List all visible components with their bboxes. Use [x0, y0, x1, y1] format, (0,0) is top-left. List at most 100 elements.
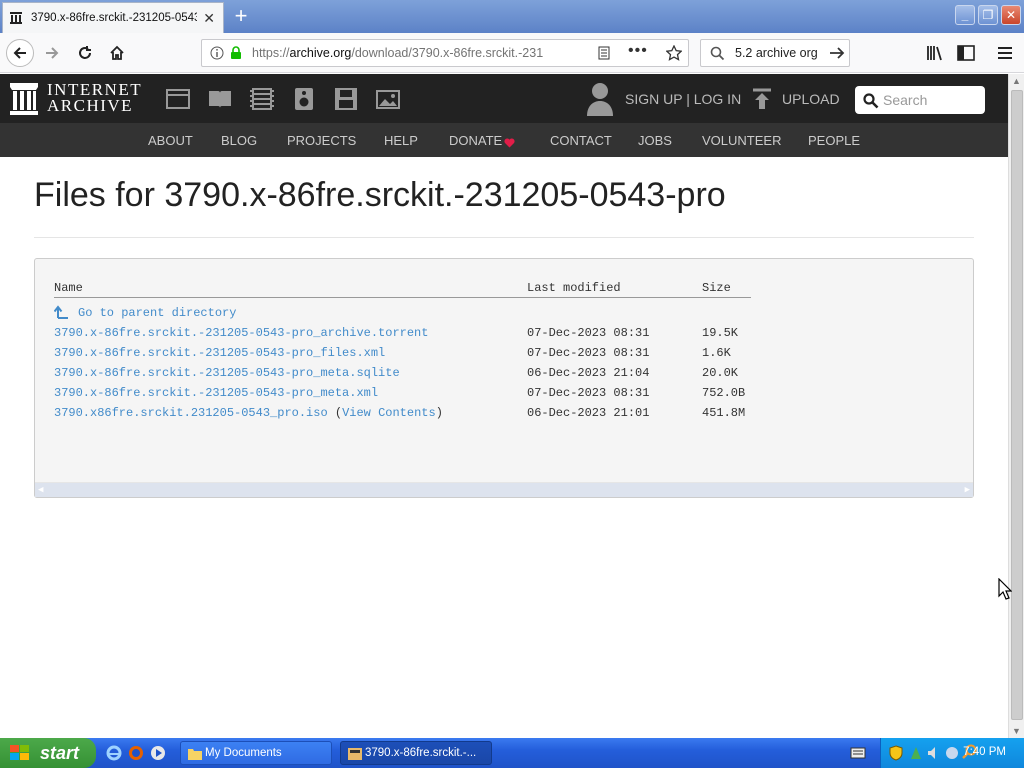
speaker-icon[interactable] [927, 745, 941, 766]
file-link[interactable]: 3790.x-86fre.srckit.-231205-0543-pro_met… [54, 386, 378, 400]
windows-flag-icon [10, 745, 30, 761]
ia-search-placeholder: Search [883, 92, 928, 108]
system-tray: 7:40 PM [880, 738, 1024, 768]
back-icon[interactable] [6, 39, 34, 67]
table-row: 3790.x86fre.srckit.231205-0543_pro.iso (… [35, 406, 973, 424]
file-link[interactable]: 3790.x86fre.srckit.231205-0543_pro.iso [54, 406, 328, 420]
audio-icon[interactable] [292, 88, 316, 110]
browser-search-box[interactable]: 5.2 archive org [700, 39, 850, 67]
file-size: 19.5K [702, 326, 739, 340]
tab-title: 3790.x-86fre.srckit.-231205-0543 [31, 12, 197, 24]
heart-icon [504, 135, 515, 153]
title-divider [34, 237, 974, 238]
url-text[interactable]: https://archive.org/download/3790.x-86fr… [252, 46, 560, 60]
close-window-button[interactable]: ✕ [1001, 5, 1021, 25]
minimize-button[interactable]: _ [955, 5, 975, 25]
forward-icon[interactable] [38, 39, 66, 67]
scroll-right-icon[interactable]: ▶ [965, 485, 970, 495]
file-link[interactable]: 3790.x-86fre.srckit.-231205-0543-pro_met… [54, 366, 400, 380]
video-icon[interactable] [250, 88, 274, 110]
file-name-cell: 3790.x86fre.srckit.231205-0543_pro.iso (… [54, 406, 443, 420]
file-link[interactable]: 3790.x-86fre.srckit.-231205-0543-pro_fil… [54, 346, 385, 360]
navigation-toolbar: https://archive.org/download/3790.x-86fr… [0, 33, 1024, 73]
reader-view-icon[interactable] [597, 46, 611, 65]
file-size: 752.0B [702, 386, 746, 400]
archive-logo-text[interactable]: INTERNET ARCHIVE [47, 81, 142, 114]
restore-button[interactable]: ❐ [978, 5, 998, 25]
texts-icon[interactable] [208, 88, 232, 110]
ia-search-box[interactable]: Search [855, 86, 985, 114]
task-browser-label: 3790.x-86fre.srckit.-... [365, 747, 477, 759]
tab-strip: 3790.x-86fre.srckit.-231205-0543 ✕ + _ ❐… [0, 0, 1024, 33]
nav-volunteer[interactable]: VOLUNTEER [702, 133, 781, 148]
file-modified: 06-Dec-2023 21:01 [527, 406, 650, 420]
nav-blog[interactable]: BLOG [221, 133, 257, 148]
table-row: 3790.x-86fre.srckit.-231205-0543-pro_fil… [35, 346, 973, 364]
library-icon[interactable] [926, 45, 944, 66]
file-modified: 06-Dec-2023 21:04 [527, 366, 650, 380]
images-icon[interactable] [376, 88, 400, 110]
file-size: 1.6K [702, 346, 731, 360]
start-button[interactable]: start [0, 738, 96, 768]
parent-directory-link[interactable]: Go to parent directory [78, 306, 236, 320]
file-size: 20.0K [702, 366, 739, 380]
search-go-icon[interactable] [829, 46, 845, 65]
tab-close-icon[interactable]: ✕ [203, 11, 215, 25]
security-shield-icon[interactable] [889, 745, 903, 766]
home-icon[interactable] [103, 39, 131, 67]
file-modified: 07-Dec-2023 08:31 [527, 386, 650, 400]
firefox-quicklaunch-icon[interactable] [128, 745, 144, 761]
file-link[interactable]: 3790.x-86fre.srckit.-231205-0543-pro_arc… [54, 326, 428, 340]
file-modified: 07-Dec-2023 08:31 [527, 326, 650, 340]
scroll-down-icon[interactable]: ▼ [1012, 726, 1021, 736]
upload-link[interactable]: UPLOAD [782, 91, 840, 107]
keyboard-icon[interactable] [850, 746, 866, 765]
nav-about[interactable]: ABOUT [148, 133, 193, 148]
ia-search-icon [863, 93, 879, 114]
archive-logo-icon[interactable] [10, 83, 38, 120]
parent-directory-icon[interactable] [53, 305, 69, 323]
browser-task-icon [347, 747, 363, 764]
url-bar[interactable]: https://archive.org/download/3790.x-86fr… [201, 39, 689, 67]
ia-top-bar: INTERNET ARCHIVE SIGN UP | LOG IN UPLOAD… [0, 74, 1008, 123]
nav-donate[interactable]: DONATE [449, 133, 502, 148]
software-icon[interactable] [334, 88, 358, 110]
new-tab-icon[interactable]: + [230, 5, 252, 27]
task-browser-window[interactable]: 3790.x-86fre.srckit.-... [340, 741, 492, 765]
star-icon[interactable] [665, 44, 683, 66]
globe-icon[interactable] [945, 745, 959, 766]
table-row: 3790.x-86fre.srckit.-231205-0543-pro_met… [35, 366, 973, 384]
page-title: Files for 3790.x-86fre.srckit.-231205-05… [34, 176, 726, 214]
nav-projects[interactable]: PROJECTS [287, 133, 356, 148]
header-divider [54, 297, 751, 298]
ie-quicklaunch-icon[interactable] [106, 745, 122, 761]
nav-help[interactable]: HELP [384, 133, 418, 148]
scroll-left-icon[interactable]: ◀ [38, 485, 43, 495]
table-row: 3790.x-86fre.srckit.-231205-0543-pro_met… [35, 386, 973, 404]
network-icon[interactable] [909, 745, 923, 766]
menu-icon[interactable] [997, 45, 1013, 66]
media-quicklaunch-icon[interactable] [150, 745, 166, 761]
signup-login-link[interactable]: SIGN UP | LOG IN [625, 91, 741, 107]
view-contents-link[interactable]: View Contents [342, 406, 436, 420]
file-modified: 07-Dec-2023 08:31 [527, 346, 650, 360]
nav-jobs[interactable]: JOBS [638, 133, 672, 148]
reload-icon[interactable] [71, 39, 99, 67]
user-avatar-icon[interactable] [586, 82, 614, 116]
parent-directory-row[interactable]: Go to parent directory [35, 305, 973, 323]
page-vertical-scrollbar[interactable]: ▲ ▼ [1008, 74, 1024, 738]
upload-icon[interactable] [752, 88, 772, 115]
sidebar-icon[interactable] [957, 45, 975, 66]
scroll-up-icon[interactable]: ▲ [1012, 76, 1021, 86]
nav-contact[interactable]: CONTACT [550, 133, 612, 148]
search-icon [710, 46, 725, 66]
more-icon[interactable]: ••• [628, 42, 648, 60]
scrollbar-thumb[interactable] [1011, 90, 1023, 720]
nav-people[interactable]: PEOPLE [808, 133, 860, 148]
info-icon[interactable] [210, 46, 224, 65]
task-my-documents-label: My Documents [205, 747, 282, 759]
task-my-documents[interactable]: My Documents [180, 741, 332, 765]
web-icon[interactable] [166, 88, 190, 110]
browser-tab[interactable]: 3790.x-86fre.srckit.-231205-0543 ✕ [2, 2, 224, 33]
horizontal-scrollbar[interactable]: ◀ ▶ [35, 482, 973, 497]
